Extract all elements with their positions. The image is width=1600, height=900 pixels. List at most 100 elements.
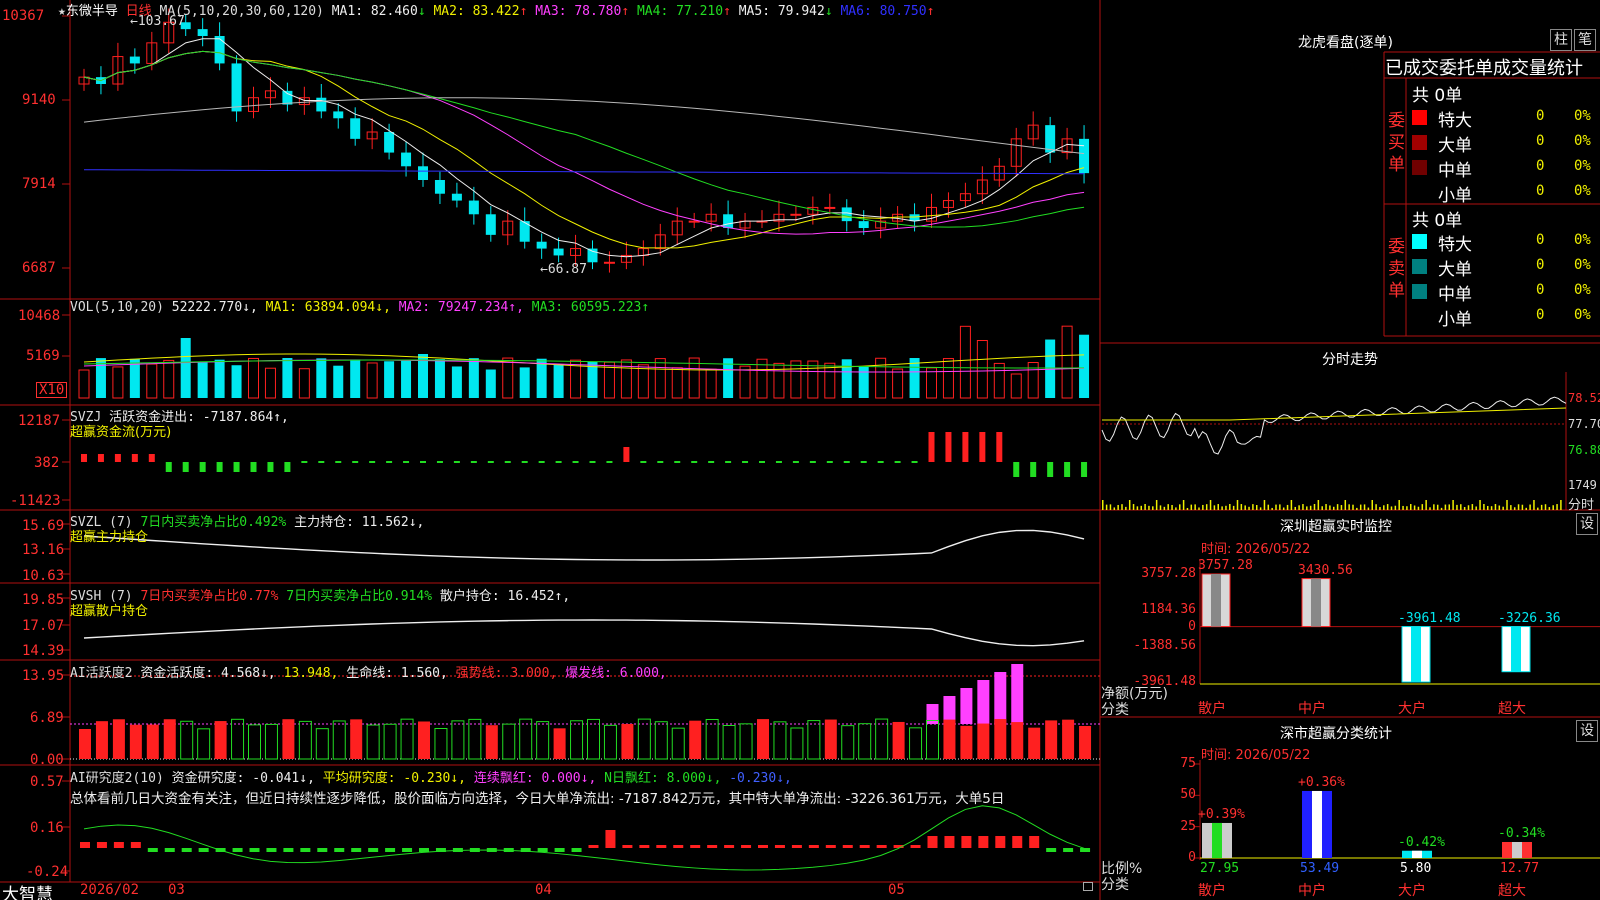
research-bar — [842, 845, 853, 848]
sz-monitor-settings-button[interactable]: 设 — [1576, 513, 1598, 535]
flow-bar — [267, 462, 274, 472]
volume-bar — [671, 367, 683, 399]
flow-bar — [691, 461, 698, 463]
flow-bar — [538, 461, 545, 463]
intraday-volume-bar — [1290, 500, 1293, 510]
active-bar — [163, 719, 176, 759]
sz-class-value-label: 27.95 — [1200, 861, 1240, 876]
active-bar — [1011, 722, 1024, 759]
svzl-label2: 主力持仓: 11.562↓, — [294, 515, 425, 530]
flow-bar — [453, 461, 460, 463]
chart-canvas[interactable] — [0, 0, 1600, 900]
order-color-swatch — [1412, 284, 1427, 299]
sz-class-category: 超大 — [1498, 883, 1526, 899]
intraday-volume-bar — [1186, 507, 1189, 510]
active-bar — [926, 719, 939, 760]
research-bar — [978, 836, 989, 848]
order-type-label: 大单 — [1438, 260, 1472, 280]
lock-icon[interactable] — [1083, 882, 1093, 891]
order-count: 0 — [1536, 257, 1545, 273]
research-bar — [876, 845, 887, 848]
flow-bar — [386, 461, 393, 463]
volume-bar — [298, 368, 310, 399]
low-marker: ←66.87 — [540, 262, 587, 277]
ai-research-y-label: 0.16 — [30, 820, 64, 836]
order-count: 0 — [1536, 282, 1545, 298]
sz-class-settings-button[interactable]: 设 — [1576, 720, 1598, 742]
active-bar — [180, 720, 194, 760]
flow-bar — [725, 461, 732, 463]
order-percent: 0% — [1574, 307, 1591, 323]
active-bar — [79, 729, 91, 759]
volume-bar — [993, 362, 1005, 399]
intraday-volume-bar — [1271, 507, 1273, 510]
volume-bar — [282, 358, 293, 398]
intraday-volume-bar — [1463, 507, 1466, 510]
candle-body — [553, 248, 564, 256]
sz-class-time: 时间: 2026/05/22 — [1201, 748, 1311, 763]
research-bar — [791, 845, 802, 848]
research-bar — [961, 836, 972, 848]
sz-monitor-time: 时间: 2026/05/22 — [1201, 542, 1311, 557]
intraday-volume-bar — [1102, 500, 1104, 510]
flow-bar — [555, 461, 562, 463]
ai-active-y-label: 0.00 — [30, 752, 64, 768]
sz-monitor-value-label: 3430.56 — [1298, 562, 1353, 578]
brand-label[interactable]: 大智慧 — [2, 880, 53, 900]
candle-body — [485, 214, 496, 235]
intraday-volume-bar — [1190, 504, 1193, 510]
bar-mode-button[interactable]: 柱 — [1550, 29, 1572, 51]
research-bar — [639, 845, 650, 848]
candle-body — [231, 63, 242, 112]
research-bar — [402, 848, 413, 852]
fav-star-icon[interactable]: ★ — [58, 4, 66, 19]
ai-active-l2: 13.948, — [283, 666, 339, 681]
flow-bar — [216, 462, 223, 472]
order-count: 0 — [1536, 232, 1545, 248]
volume-bar — [858, 366, 869, 398]
svzl-y-label: 15.69 — [22, 518, 65, 534]
intraday-volume-bar — [1140, 505, 1142, 510]
ma-arrow: ↑ — [926, 4, 935, 19]
intraday-volume-bar — [1248, 506, 1250, 510]
sz-monitor-category: 大户 — [1398, 701, 1426, 717]
volume-bar — [705, 368, 717, 399]
volume-bar — [536, 358, 547, 398]
sz-monitor-category: 散户 — [1198, 701, 1226, 717]
intraday-volume-bar — [1198, 507, 1200, 510]
volume-bar — [214, 359, 225, 398]
order-color-swatch — [1412, 160, 1427, 175]
flow-bar — [301, 461, 308, 463]
active-bar — [95, 721, 108, 759]
ai-research-summary: 总体看前几日大资金有关注，但近日持续性逐步降低，股价面临方向选择，今日大单净流出… — [70, 791, 1005, 807]
tick-mode-button[interactable]: 笔 — [1574, 29, 1596, 51]
sz-monitor-bar-stripe — [1311, 578, 1321, 627]
research-bar — [147, 848, 158, 852]
date-axis-label: 05 — [888, 882, 905, 898]
volume-bar — [1010, 373, 1022, 399]
flow-bar — [860, 461, 867, 463]
active-bar — [231, 718, 245, 760]
research-bar — [181, 848, 192, 852]
intraday-volume-bar — [1479, 500, 1481, 510]
active-bar — [197, 728, 211, 760]
intraday-volume-bar — [1348, 504, 1350, 510]
active-bar — [553, 728, 566, 759]
stock-name[interactable]: 东微半导 — [66, 4, 118, 19]
intraday-volume-bar — [1429, 507, 1431, 510]
stock-terminal: ★东微半导 日线 MA(5,10,20,30,60,120) MA1: 82.4… — [0, 0, 1600, 900]
volume-bar — [180, 338, 191, 398]
active-bar — [943, 719, 956, 759]
svzj-y-label: 382 — [34, 455, 60, 471]
candle-body — [723, 214, 734, 228]
intraday-volume-bar — [1298, 505, 1300, 510]
sz-monitor-value-label: -3961.48 — [1398, 610, 1461, 626]
flow-bar — [640, 461, 647, 463]
active-bar — [654, 721, 668, 760]
research-bar — [1080, 848, 1091, 852]
active-bar — [960, 688, 973, 724]
ai-active-l3: 生命线: 1.560, — [346, 666, 448, 681]
intraday-volume-bar — [1359, 504, 1362, 510]
sz-class-category: 大户 — [1398, 883, 1426, 899]
date-axis-label: 04 — [535, 882, 552, 898]
